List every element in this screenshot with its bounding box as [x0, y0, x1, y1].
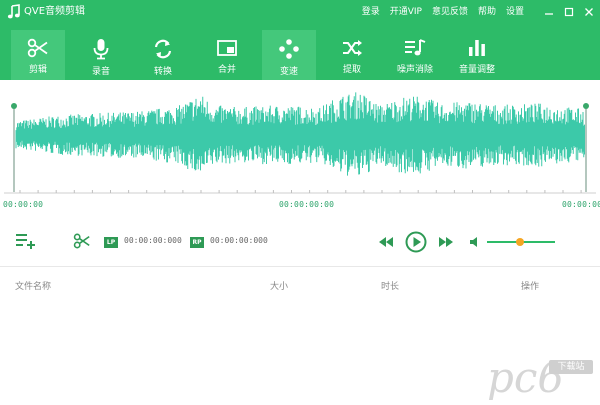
list-divider [0, 266, 600, 267]
main-toolbar: 剪辑 录音 转换 合并 变速 提取 噪声消除 音量调整 [0, 24, 600, 80]
play-icon [405, 231, 427, 253]
close-button[interactable] [582, 5, 596, 19]
tool-record[interactable]: 录音 [74, 30, 128, 80]
maximize-icon [564, 7, 574, 17]
volume-bars-icon [469, 40, 485, 56]
feedback-link[interactable]: 意见反馈 [432, 6, 468, 18]
end-marker-handle [583, 103, 589, 109]
watermark-tag: 下载站 [549, 360, 593, 374]
tool-extract[interactable]: 提取 [325, 30, 379, 80]
rp-badge[interactable]: RP [190, 237, 204, 248]
minimize-icon [545, 13, 553, 15]
tool-edit-label: 剪辑 [28, 65, 47, 75]
playback-controls: LP 00:00:00:000 RP 00:00:00:000 [0, 222, 600, 262]
fast-forward-icon [439, 237, 453, 247]
tool-merge[interactable]: 合并 [200, 30, 254, 80]
rp-time-input[interactable]: 00:00:00:000 [210, 236, 268, 245]
waveform-panel[interactable]: 00:00:00 00:00:00:00 00:00:00 [0, 80, 600, 220]
login-link[interactable]: 登录 [362, 6, 380, 18]
tool-convert[interactable]: 转换 [136, 30, 190, 80]
minimize-button[interactable] [542, 5, 556, 19]
tool-volume-adjust[interactable]: 音量调整 [450, 30, 504, 80]
app-title: QVE音频剪辑 [24, 6, 86, 17]
maximize-button[interactable] [562, 5, 576, 19]
title-bar: QVE音频剪辑 登录 开通VIP 意见反馈 帮助 设置 [0, 0, 600, 24]
tool-record-label: 录音 [91, 67, 110, 77]
convert-icon [154, 39, 172, 59]
tool-noise-removal[interactable]: 噪声消除 [388, 30, 442, 80]
volume-slider-knob[interactable] [515, 238, 524, 246]
playlist-add-icon [16, 234, 35, 249]
tool-noise-removal-label: 噪声消除 [396, 65, 433, 75]
time-start: 00:00:00 [3, 200, 44, 209]
play-button[interactable] [404, 230, 428, 254]
speaker-icon [470, 237, 477, 247]
start-marker-handle [11, 103, 17, 109]
tool-extract-label: 提取 [342, 65, 361, 75]
settings-link[interactable]: 设置 [506, 6, 524, 18]
music-note-icon [7, 4, 20, 19]
column-header-duration[interactable]: 时长 [381, 279, 399, 292]
waveform[interactable] [0, 80, 600, 200]
rewind-icon [379, 237, 393, 247]
speed-icon [279, 39, 299, 59]
column-header-size[interactable]: 大小 [270, 279, 288, 292]
microphone-icon [93, 39, 109, 60]
fast-forward-button[interactable] [438, 234, 454, 250]
open-vip-link[interactable]: 开通VIP [390, 6, 422, 18]
noise-removal-icon [405, 39, 426, 56]
time-mid: 00:00:00:00 [279, 200, 335, 209]
tool-speed-label: 变速 [279, 67, 298, 77]
shuffle-icon [343, 40, 362, 56]
window-controls [536, 5, 596, 19]
time-end: 00:00:00 [562, 200, 600, 209]
lp-time-input[interactable]: 00:00:00:000 [124, 236, 182, 245]
tool-volume-adjust-label: 音量调整 [458, 65, 495, 75]
column-header-actions: 操作 [521, 282, 540, 292]
tool-speed[interactable]: 变速 [262, 30, 316, 80]
help-link[interactable]: 帮助 [478, 6, 496, 18]
add-file-button[interactable] [15, 232, 37, 250]
lp-badge[interactable]: LP [104, 237, 118, 248]
tool-convert-label: 转换 [153, 67, 172, 77]
merge-icon [217, 40, 237, 56]
mute-button[interactable] [468, 235, 482, 249]
close-icon [585, 8, 593, 16]
rewind-button[interactable] [378, 234, 394, 250]
top-menu: 登录 开通VIP 意见反馈 帮助 设置 [362, 0, 600, 24]
scissors-icon [73, 233, 90, 249]
tool-edit[interactable]: 剪辑 [11, 30, 65, 80]
tool-merge-label: 合并 [217, 65, 236, 75]
cut-button[interactable] [72, 232, 92, 250]
scissors-icon [27, 38, 48, 58]
column-header-name[interactable]: 文件名称 [15, 279, 51, 292]
